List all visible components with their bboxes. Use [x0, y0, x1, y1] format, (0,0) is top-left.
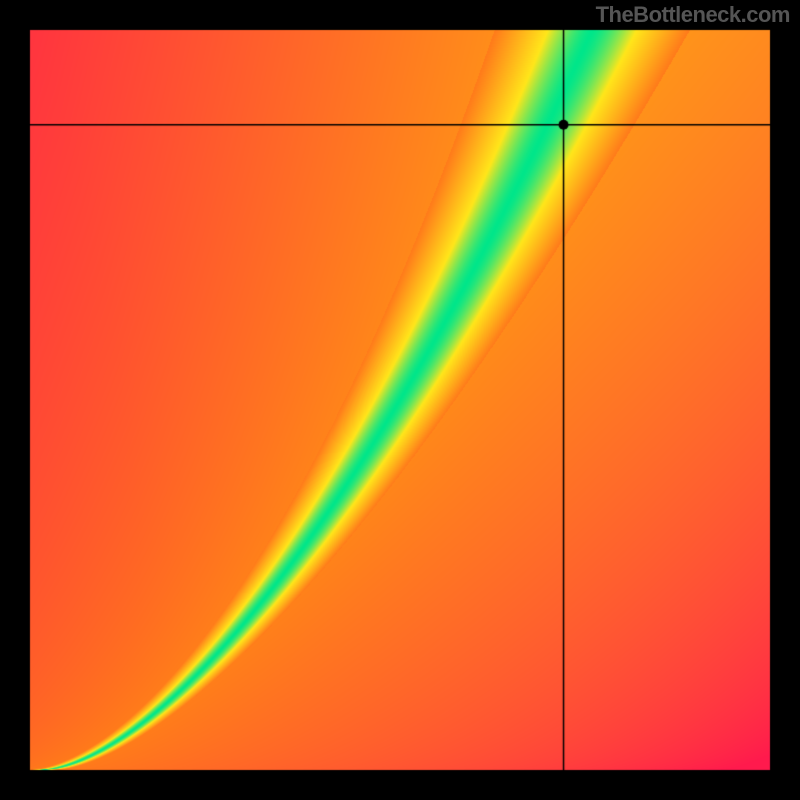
watermark-text: TheBottleneck.com — [596, 2, 790, 28]
heatmap-chart — [0, 0, 800, 800]
